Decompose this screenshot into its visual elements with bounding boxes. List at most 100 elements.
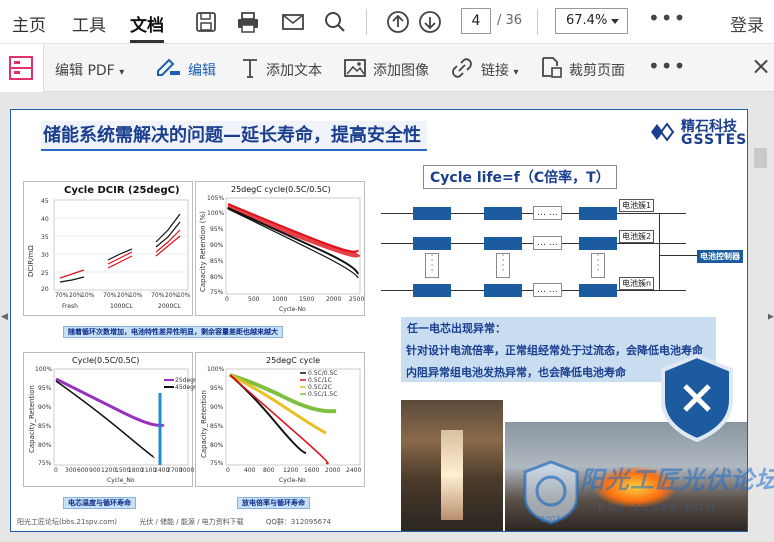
menu-tools[interactable]: 工具 xyxy=(72,11,106,36)
x-tick: 0 xyxy=(226,467,230,474)
cluster-label: 电池簇1 xyxy=(619,199,655,212)
battery-cell xyxy=(579,207,617,220)
footer-text: 光伏 / 储能 / 能源 / 电力资料下载 xyxy=(139,518,244,526)
collapse-right-icon[interactable]: ▶ xyxy=(767,312,774,322)
footer-text: 阳光工匠论坛(bbs.21spv.com) xyxy=(17,518,117,526)
x-tick: 1600 xyxy=(304,467,320,474)
panel-toggle[interactable] xyxy=(0,44,44,92)
wire xyxy=(659,255,697,256)
x-tick: 70% xyxy=(151,292,165,299)
y-tick: 80% xyxy=(210,442,224,449)
more-icon[interactable]: ••• xyxy=(648,6,686,30)
chart-caption: 放电倍率与循环寿命 xyxy=(237,497,310,509)
scrollbar-thumb[interactable] xyxy=(754,148,767,168)
battery-cell xyxy=(484,237,522,250)
link-icon[interactable] xyxy=(451,57,473,79)
ellipsis: … … xyxy=(533,283,562,297)
cluster-label: 电池簇n xyxy=(619,277,655,290)
x-tick: 70% xyxy=(103,292,117,299)
x-tick: 2000 xyxy=(326,296,342,303)
x-tick: 10% xyxy=(129,292,143,299)
crop-page-button[interactable]: 裁剪页面 xyxy=(569,60,625,80)
x-axis-label: Cycle-No xyxy=(279,477,306,484)
add-image-icon[interactable] xyxy=(344,58,366,78)
x-tick: 0 xyxy=(54,467,58,474)
add-text-button[interactable]: 添加文本 xyxy=(266,60,322,80)
save-icon[interactable] xyxy=(195,11,217,33)
login-button[interactable]: 登录 xyxy=(730,11,764,36)
y-tick: 75% xyxy=(210,289,224,296)
page-up-icon[interactable] xyxy=(386,10,410,34)
y-tick: 80% xyxy=(210,274,224,281)
slide-title: 储能系统需解决的问题—延长寿命，提高安全性 xyxy=(41,121,427,151)
chart-caption: 电芯温度与循环寿命 xyxy=(63,497,136,509)
page-number-input[interactable]: 4 xyxy=(461,8,491,34)
close-icon[interactable]: × xyxy=(751,52,771,80)
add-text-icon[interactable] xyxy=(240,57,260,79)
logo-diamond-icon xyxy=(651,122,675,142)
y-tick: 35 xyxy=(41,234,49,241)
legend-label: 0.5C/2C xyxy=(308,384,332,391)
print-icon[interactable] xyxy=(236,11,260,33)
discharge-rate-chart: 25degC cycle Capacity_Retention 0.5C/0.5… xyxy=(195,352,365,487)
y-tick: 85% xyxy=(210,423,224,430)
edit-pdf-menu[interactable]: 编辑 PDF ▾ xyxy=(55,60,124,80)
x-tick: 1000 xyxy=(272,296,288,303)
footer-text: QQ群：312095674 xyxy=(265,518,332,526)
x-tick: 2000 xyxy=(325,467,341,474)
toolbar-separator xyxy=(366,9,367,35)
x-tick: 500 xyxy=(248,296,260,303)
x-axis-label: Cycle_No xyxy=(107,477,135,484)
legend-label: 0.5C/1.5C xyxy=(308,391,338,398)
battery-cell xyxy=(413,207,451,220)
cycle-retention-chart: 25degC cycle(0.5C/0.5C) Capacity Retenti… xyxy=(195,181,365,316)
x-tick: 2400 xyxy=(346,467,362,474)
y-tick: 100% xyxy=(35,366,53,373)
x-tick: 300 xyxy=(65,467,77,474)
vertical-ellipsis: · · · · xyxy=(591,252,605,278)
x-tick: 3000 xyxy=(179,467,195,474)
y-tick: 25 xyxy=(41,270,49,277)
zoom-value: 67.4% xyxy=(566,13,608,28)
battery-cell xyxy=(484,284,522,297)
company-logo: 精石科技 GSSTES xyxy=(651,116,747,148)
zoom-select[interactable]: 67.4% xyxy=(555,8,628,34)
mail-icon[interactable] xyxy=(281,12,305,32)
chevron-down-icon: ▾ xyxy=(119,67,125,78)
search-icon[interactable] xyxy=(324,11,346,33)
y-tick: 85% xyxy=(210,258,224,265)
x-tick: 900 xyxy=(89,467,101,474)
x-axis-label: Cycle-No xyxy=(279,306,306,313)
edit-panel-icon xyxy=(9,56,33,80)
x-group-label: 1000CL xyxy=(110,303,133,310)
link-menu[interactable]: 链接 ▾ xyxy=(481,60,518,80)
y-tick: 105% xyxy=(207,195,225,202)
forum-watermark: 阳光工匠光伏论坛 xyxy=(580,466,774,494)
page-down-icon[interactable] xyxy=(418,10,442,34)
menu-home[interactable]: 主页 xyxy=(12,11,46,36)
edit-button[interactable]: 编辑 xyxy=(188,60,216,80)
x-tick: 70% xyxy=(55,292,69,299)
slide-footer: 阳光工匠论坛(bbs.21spv.com) 光伏 / 储能 / 能源 / 电力资… xyxy=(17,517,351,527)
formula: Cycle life=f（C倍率，T） xyxy=(423,165,617,189)
battery-controller: 电池控制器 xyxy=(697,250,743,263)
active-tab-underline xyxy=(130,40,164,43)
y-tick: 90% xyxy=(210,242,224,249)
vertical-ellipsis: · · · · xyxy=(425,252,439,278)
y-tick: 95% xyxy=(38,385,52,392)
more-icon[interactable]: ••• xyxy=(648,54,686,78)
cluster-label: 电池簇2 xyxy=(619,230,655,243)
edit-icon[interactable] xyxy=(156,57,182,79)
menu-document[interactable]: 文档 xyxy=(130,11,164,36)
y-tick: 100% xyxy=(207,366,225,373)
watermark-year: 2007 xyxy=(540,515,561,524)
add-image-button[interactable]: 添加图像 xyxy=(373,60,429,80)
chart-caption: 随着循环次数增加，电池特性差异性明显，剩余容量差距也越来越大 xyxy=(63,326,283,338)
y-tick: 20 xyxy=(41,286,49,293)
y-tick: 45 xyxy=(41,198,49,205)
forum-watermark-url: BBS.21SPV.COM xyxy=(598,503,718,514)
crop-page-icon[interactable] xyxy=(540,56,562,80)
wire xyxy=(659,213,660,291)
ellipsis: … … xyxy=(533,236,562,250)
collapse-left-icon[interactable]: ◀ xyxy=(1,312,8,322)
